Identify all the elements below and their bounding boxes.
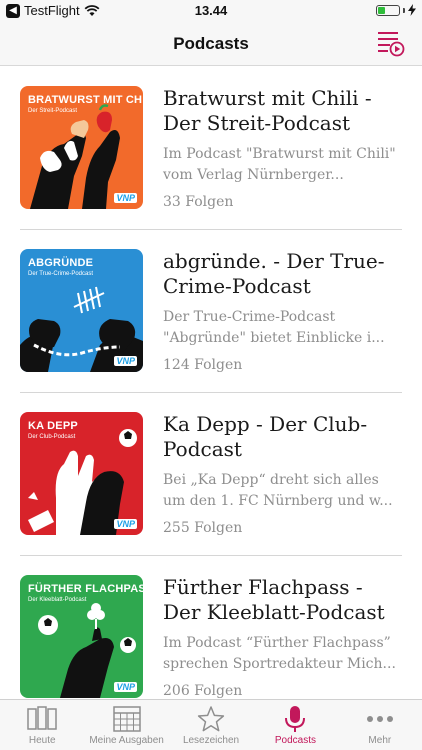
podcast-info: abgründe. - Der True-Crime-Podcast Der T… <box>163 249 403 373</box>
podcast-list: BRATWURST MIT CHILI Der Streit-Podcast V… <box>0 67 422 719</box>
tab-meine-ausgaben[interactable]: Meine Ausgaben <box>84 700 168 750</box>
podcast-description: Im Podcast “Fürther Flachpass” sprechen … <box>163 635 396 672</box>
episode-count: 255 Folgen <box>163 520 243 536</box>
navigation-bar: Podcasts <box>0 22 422 66</box>
tab-label: Lesezeichen <box>182 735 240 746</box>
playlist-play-icon <box>378 32 405 57</box>
page-title: Podcasts <box>173 34 249 53</box>
podcast-row[interactable]: KA DEPP Der Club-Podcast VNP Ka Depp - D… <box>0 393 422 556</box>
tab-mehr[interactable]: Mehr <box>338 700 422 750</box>
podcast-title: Bratwurst mit Chili - Der Streit-Podcast <box>163 86 372 135</box>
podcast-description: Der True-Crime-Podcast "Abgründe" bietet… <box>163 309 385 346</box>
cover-title: ABGRÜNDE <box>28 257 94 269</box>
podcast-title: Fürther Flachpass - Der Kleeblatt-Podcas… <box>163 575 385 624</box>
podcast-info: Fürther Flachpass - Der Kleeblatt-Podcas… <box>163 575 403 699</box>
microphone-icon <box>285 706 306 732</box>
podcast-description: Im Podcast "Bratwurst mit Chili" vom Ver… <box>163 146 396 183</box>
cover-subtitle: Der Club-Podcast <box>28 434 76 440</box>
playlist-button[interactable] <box>376 28 406 58</box>
tab-bar: Heute Meine Ausgaben Lesezeichen Podcast… <box>0 699 422 750</box>
publisher-logo: VNP <box>114 519 137 529</box>
calendar-grid-icon <box>112 706 141 732</box>
cover-title: KA DEPP <box>28 420 78 432</box>
status-time: 13.44 <box>194 3 228 18</box>
status-bar: ◀ TestFlight 13.44 <box>0 0 422 22</box>
cover-subtitle: Der Kleeblatt-Podcast <box>28 597 87 603</box>
status-right <box>376 4 416 16</box>
tab-label: Heute <box>28 735 56 746</box>
star-icon <box>197 706 225 732</box>
cover-title: BRATWURST MIT CHILI <box>28 94 143 106</box>
podcast-cover: FÜRTHER FLACHPASS Der Kleeblatt-Podcast … <box>20 575 143 698</box>
charging-bolt-icon <box>408 4 416 16</box>
tab-heute[interactable]: Heute <box>0 700 84 750</box>
podcast-title: Ka Depp - Der Club-Podcast <box>163 412 368 461</box>
podcast-description: Bei „Ka Depp“ dreht sich alles um den 1.… <box>163 472 393 509</box>
battery-tip <box>403 7 405 13</box>
episode-count: 206 Folgen <box>163 683 243 699</box>
battery-icon <box>376 4 400 16</box>
pages-icon <box>27 706 57 730</box>
tab-podcasts[interactable]: Podcasts <box>253 700 337 750</box>
podcast-row[interactable]: BRATWURST MIT CHILI Der Streit-Podcast V… <box>0 67 422 230</box>
podcast-cover: ABGRÜNDE Der True-Crime-Podcast VNP <box>20 249 143 372</box>
cover-title: FÜRTHER FLACHPASS <box>28 583 143 595</box>
podcast-info: Bratwurst mit Chili - Der Streit-Podcast… <box>163 86 403 210</box>
tab-lesezeichen[interactable]: Lesezeichen <box>169 700 253 750</box>
cover-subtitle: Der True-Crime-Podcast <box>28 271 94 277</box>
tab-label: Meine Ausgaben <box>89 735 164 746</box>
tab-label: Mehr <box>368 735 392 746</box>
podcast-info: Ka Depp - Der Club-Podcast Bei „Ka Depp“… <box>163 412 403 536</box>
podcast-row[interactable]: ABGRÜNDE Der True-Crime-Podcast VNP abgr… <box>0 230 422 393</box>
podcast-row[interactable]: FÜRTHER FLACHPASS Der Kleeblatt-Podcast … <box>0 556 422 719</box>
more-dots-icon <box>366 716 393 722</box>
podcast-cover: KA DEPP Der Club-Podcast VNP <box>20 412 143 535</box>
podcast-cover: BRATWURST MIT CHILI Der Streit-Podcast V… <box>20 86 143 209</box>
publisher-logo: VNP <box>114 682 137 692</box>
podcast-title: abgründe. - Der True-Crime-Podcast <box>163 249 385 298</box>
episode-count: 124 Folgen <box>163 357 243 373</box>
tab-label: Podcasts <box>274 735 316 746</box>
publisher-logo: VNP <box>114 356 137 366</box>
episode-count: 33 Folgen <box>163 194 234 210</box>
publisher-logo: VNP <box>114 193 137 203</box>
cover-subtitle: Der Streit-Podcast <box>28 108 78 114</box>
